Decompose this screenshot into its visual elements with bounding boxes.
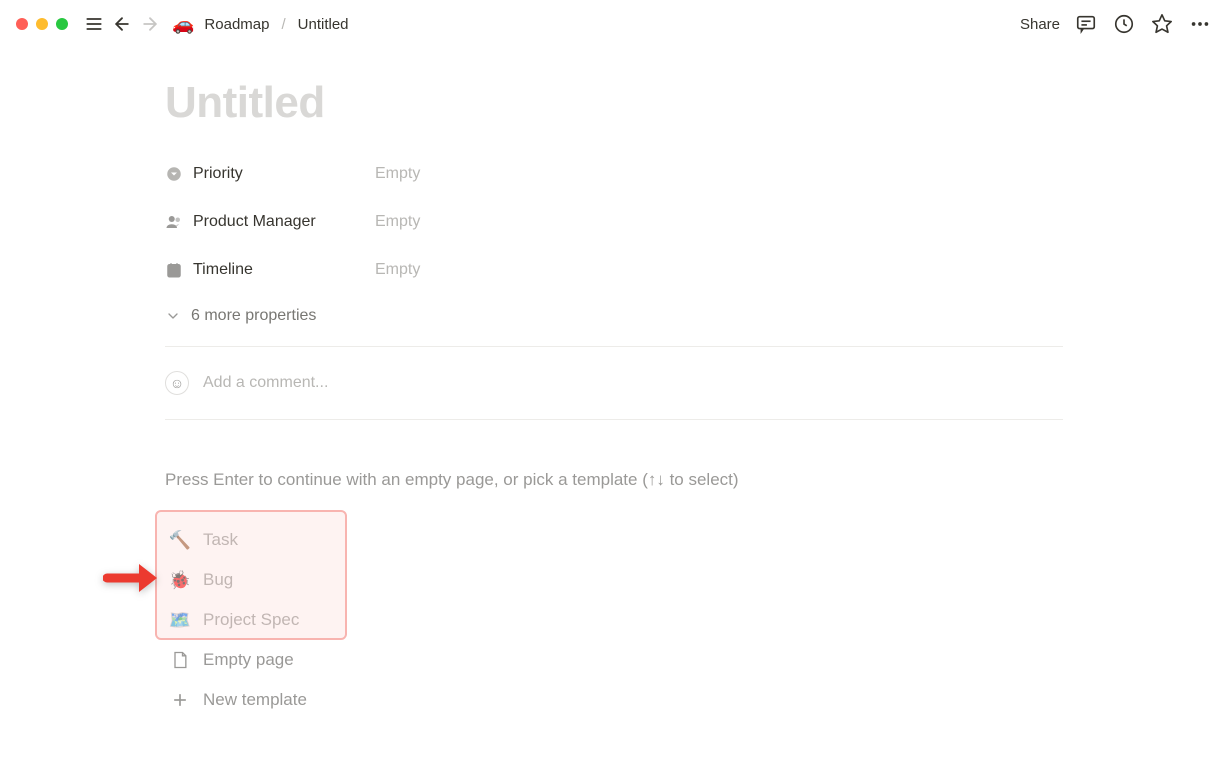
template-item-label: Bug [203, 570, 233, 590]
property-label-text: Priority [193, 165, 243, 183]
property-label[interactable]: Priority [165, 165, 375, 183]
date-property-icon [165, 261, 183, 279]
template-item-task[interactable]: 🔨 Task [165, 520, 1063, 560]
person-property-icon [165, 213, 183, 231]
more-menu-icon[interactable] [1188, 12, 1212, 36]
template-item-new-template[interactable]: New template [165, 680, 1063, 720]
annotation-arrow [103, 560, 159, 601]
breadcrumb-separator: / [281, 16, 285, 33]
page-title[interactable]: Untitled [165, 78, 1063, 128]
divider [165, 419, 1063, 420]
more-properties-label: 6 more properties [191, 307, 316, 325]
breadcrumb-parent[interactable]: Roadmap [200, 14, 273, 35]
template-item-label: Empty page [203, 650, 294, 670]
property-value[interactable]: Empty [375, 213, 420, 231]
bug-icon: 🐞 [169, 570, 191, 591]
property-row-priority: Priority Empty [165, 150, 1063, 198]
property-label-text: Product Manager [193, 213, 316, 231]
property-row-timeline: Timeline Empty [165, 246, 1063, 294]
template-item-bug[interactable]: 🐞 Bug [165, 560, 1063, 600]
minimize-window-button[interactable] [36, 18, 48, 30]
comments-icon[interactable] [1074, 12, 1098, 36]
properties-list: Priority Empty Product Manager Empty Tim… [165, 150, 1063, 338]
back-button[interactable] [108, 10, 136, 38]
template-hint-text: Press Enter to continue with an empty pa… [165, 470, 1063, 490]
property-value[interactable]: Empty [375, 165, 420, 183]
close-window-button[interactable] [16, 18, 28, 30]
chevron-down-icon [165, 308, 181, 324]
forward-button[interactable] [136, 10, 164, 38]
property-label[interactable]: Timeline [165, 261, 375, 279]
select-property-icon [165, 165, 183, 183]
property-row-product-manager: Product Manager Empty [165, 198, 1063, 246]
updates-icon[interactable] [1112, 12, 1136, 36]
comment-row: ☺ Add a comment... [165, 355, 1063, 411]
page-content: Untitled Priority Empty Product Manager … [0, 48, 1228, 720]
comment-input[interactable]: Add a comment... [203, 374, 328, 392]
favorite-icon[interactable] [1150, 12, 1174, 36]
divider [165, 346, 1063, 347]
share-button[interactable]: Share [1012, 12, 1068, 37]
breadcrumb-current[interactable]: Untitled [294, 14, 353, 35]
map-icon: 🗺️ [169, 610, 191, 631]
maximize-window-button[interactable] [56, 18, 68, 30]
template-item-label: Project Spec [203, 610, 299, 630]
plus-icon [169, 690, 191, 710]
topbar: 🚗 Roadmap / Untitled Share [0, 0, 1228, 48]
page-icon [169, 650, 191, 670]
template-item-label: New template [203, 690, 307, 710]
hammer-icon: 🔨 [169, 530, 191, 551]
breadcrumb-parent-icon: 🚗 [172, 14, 194, 35]
property-label-text: Timeline [193, 261, 253, 279]
app-window: 🚗 Roadmap / Untitled Share Untitled [0, 0, 1228, 768]
more-properties-toggle[interactable]: 6 more properties [165, 294, 1063, 338]
template-item-label: Task [203, 530, 238, 550]
property-value[interactable]: Empty [375, 261, 420, 279]
avatar: ☺ [165, 371, 189, 395]
breadcrumb: 🚗 Roadmap / Untitled [172, 14, 353, 35]
template-item-project-spec[interactable]: 🗺️ Project Spec [165, 600, 1063, 640]
template-item-empty-page[interactable]: Empty page [165, 640, 1063, 680]
property-label[interactable]: Product Manager [165, 213, 375, 231]
window-controls [16, 18, 68, 30]
template-list: 🔨 Task 🐞 Bug 🗺️ Project Spec Empty page [165, 520, 1063, 720]
sidebar-toggle-button[interactable] [80, 10, 108, 38]
